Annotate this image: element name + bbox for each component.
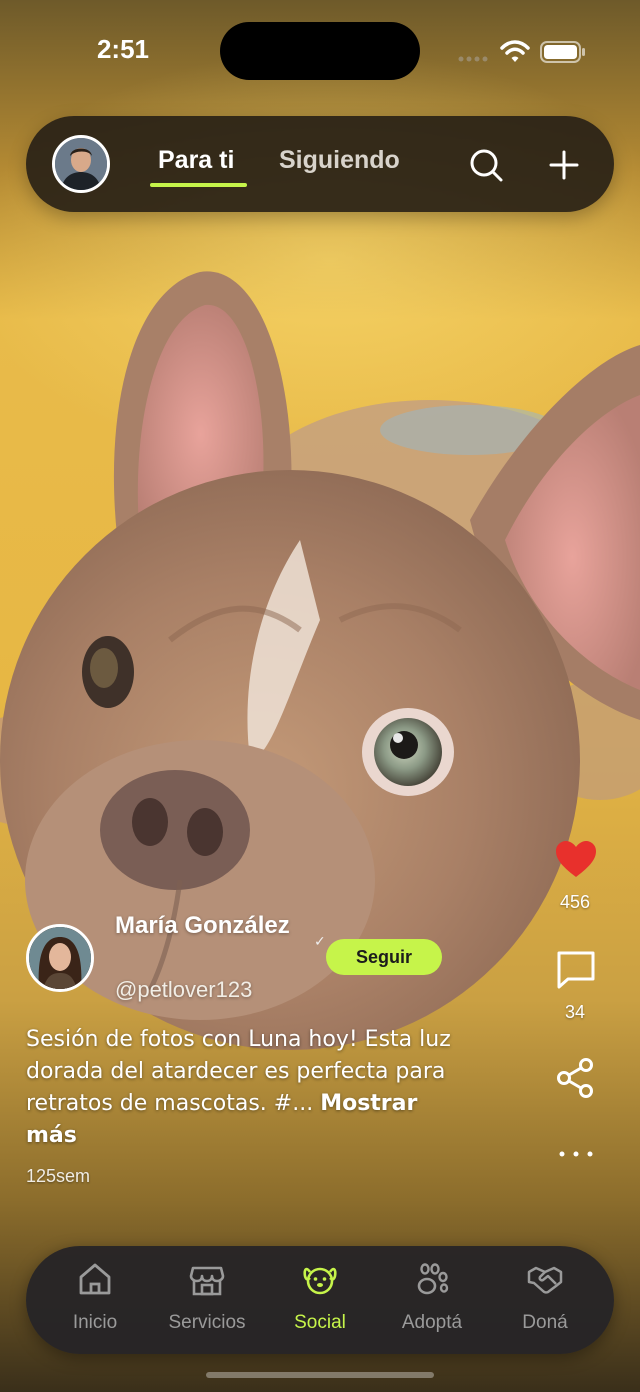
more-options-icon[interactable] (556, 1144, 596, 1164)
bottom-nav: Inicio Servicios Social Adoptá Doná (26, 1246, 614, 1354)
follow-button[interactable]: Seguir (326, 939, 442, 975)
nav-item-dona[interactable]: Doná (489, 1246, 601, 1354)
status-bar: 2:51 (0, 0, 640, 100)
tab-para-ti[interactable]: Para ti (158, 146, 234, 175)
nav-item-social[interactable]: Social (264, 1246, 376, 1354)
author-handle[interactable]: @petlover123 (115, 977, 252, 1003)
nav-label-servicios: Servicios (168, 1312, 246, 1333)
home-icon (79, 1263, 111, 1295)
handshake-icon (527, 1266, 563, 1294)
top-bar: Para ti Siguiendo (26, 116, 614, 212)
home-indicator (206, 1372, 434, 1378)
verified-check-icon: ✓ (314, 934, 326, 950)
profile-avatar[interactable] (52, 135, 110, 193)
nav-label-adopta: Adoptá (401, 1312, 463, 1333)
search-icon[interactable] (466, 145, 506, 185)
post-caption: Sesión de fotos con Luna hoy! Esta luz d… (26, 1024, 456, 1152)
nav-item-inicio[interactable]: Inicio (39, 1246, 151, 1354)
nav-label-inicio: Inicio (72, 1312, 118, 1333)
status-time: 2:51 (96, 34, 150, 64)
plus-icon[interactable] (544, 145, 584, 185)
nav-item-adopta[interactable]: Adoptá (376, 1246, 488, 1354)
author-avatar[interactable] (26, 924, 94, 992)
active-tab-indicator (150, 183, 247, 187)
profile-avatar-image (55, 138, 107, 190)
tab-siguiendo[interactable]: Siguiendo (279, 146, 400, 175)
dog-face-icon (303, 1267, 337, 1295)
share-icon[interactable] (554, 1056, 598, 1100)
paw-icon (417, 1263, 449, 1295)
store-icon (189, 1266, 225, 1296)
nav-label-social: Social (294, 1312, 346, 1333)
dynamic-island (220, 22, 420, 80)
wifi-icon (500, 40, 530, 62)
nav-label-dona: Doná (522, 1312, 568, 1333)
battery-icon (540, 41, 585, 63)
like-heart-icon[interactable] (554, 838, 598, 882)
post-timestamp: 125sem (26, 1166, 91, 1186)
author-name[interactable]: María González (115, 910, 315, 942)
comment-count: 34 (564, 1002, 586, 1022)
like-count: 456 (559, 892, 591, 912)
author-avatar-image (29, 927, 91, 989)
cellular-signal-icon (458, 56, 488, 62)
comment-icon[interactable] (554, 948, 598, 992)
nav-item-servicios[interactable]: Servicios (151, 1246, 263, 1354)
